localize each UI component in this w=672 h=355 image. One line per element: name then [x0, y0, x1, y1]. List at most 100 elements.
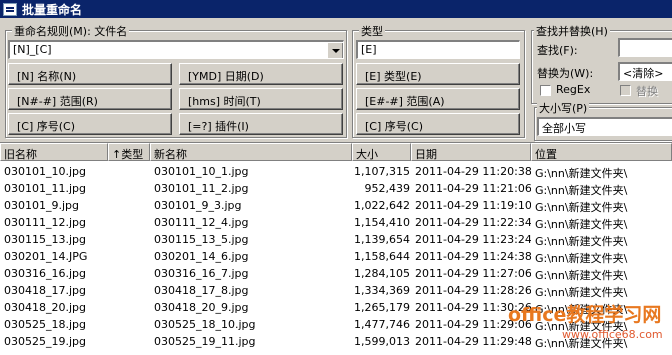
- cell-new-name: 030115_13_5.jpg: [154, 233, 249, 246]
- type-legend: 类型: [359, 23, 385, 39]
- cell-new-name: 030418_20_9.jpg: [154, 301, 249, 314]
- cell-location: G:\nn\新建文件夹\: [535, 286, 628, 299]
- cell-old-name: 030525_19.jpg: [4, 335, 87, 348]
- type-input[interactable]: [E]: [356, 40, 520, 59]
- window-title: 批量重命名: [22, 2, 83, 17]
- cell-new-name: 030111_12_4.jpg: [154, 216, 249, 229]
- cell-size: 1,599,013: [354, 335, 410, 348]
- cell-size: 1,334,369: [354, 284, 410, 297]
- date-token-button[interactable]: [YMD] 日期(D): [179, 63, 343, 85]
- regex-label: RegEx: [556, 83, 591, 96]
- find-input[interactable]: [618, 38, 672, 57]
- counter-button[interactable]: [C] 序号(C): [8, 113, 172, 135]
- find-replace-legend: 查找并替换(H): [534, 23, 610, 39]
- name-range-button[interactable]: [N#-#] 范围(R): [8, 88, 172, 110]
- header-old-name[interactable]: 旧名称: [0, 143, 108, 161]
- cell-new-name: 030316_16_7.jpg: [154, 267, 249, 280]
- cell-location: G:\nn\新建文件夹\: [535, 201, 628, 214]
- cell-date: 2011-04-29 11:30:26: [415, 301, 531, 314]
- cell-size: 1,139,654: [354, 233, 410, 246]
- table-row[interactable]: 030201_14.JPG 030201_14_6.jpg 1,158,644 201…: [0, 248, 672, 265]
- find-label: 查找(F):: [537, 44, 578, 57]
- time-token-button[interactable]: [hms] 时间(T): [179, 88, 343, 110]
- ext-counter-button[interactable]: [C] 序号(C): [356, 113, 520, 135]
- table-row[interactable]: 030525_18.jpg 030525_18_10.jpg 1,477,746 20…: [0, 316, 672, 333]
- cell-location: G:\nn\新建文件夹\: [535, 269, 628, 282]
- cell-old-name: 030418_20.jpg: [4, 301, 87, 314]
- cell-size: 1,158,644: [354, 250, 410, 263]
- table-row[interactable]: 030525_19.jpg 030525_19_11.jpg 1,599,013 20…: [0, 333, 672, 350]
- cell-size: 1,265,179: [354, 301, 410, 314]
- cell-size: 1,284,105: [354, 267, 410, 280]
- name-token-button[interactable]: [N] 名称(N): [8, 63, 172, 85]
- cell-old-name: 030101_10.jpg: [4, 165, 87, 178]
- cell-old-name: 030101_9.jpg: [4, 199, 80, 212]
- cell-old-name: 030525_18.jpg: [4, 318, 87, 331]
- replace-input[interactable]: <清除>: [618, 62, 672, 81]
- cell-date: 2011-04-29 11:28:26: [415, 284, 531, 297]
- cell-old-name: 030418_17.jpg: [4, 284, 87, 297]
- rename-rule-input[interactable]: [N]_[C]: [8, 40, 344, 59]
- cell-size: 1,107,315: [354, 165, 410, 178]
- header-type[interactable]: ↑类型: [108, 143, 150, 161]
- table-row[interactable]: 030115_13.jpg 030115_13_5.jpg 1,139,654 201…: [0, 231, 672, 248]
- header-location[interactable]: 位置: [531, 143, 672, 161]
- replace-label: 替换为(W):: [537, 67, 594, 80]
- table-row[interactable]: 030418_20.jpg 030418_20_9.jpg 1,265,179 201…: [0, 299, 672, 316]
- header-date[interactable]: 日期: [411, 143, 531, 161]
- rename-rule-legend: 重命名规则(M): 文件名: [12, 23, 130, 39]
- cell-new-name: 030201_14_6.jpg: [154, 250, 249, 263]
- app-icon: [3, 2, 17, 16]
- replace-value: <清除>: [623, 67, 664, 80]
- type-value: [E]: [361, 43, 377, 56]
- table-row[interactable]: 030316_16.jpg 030316_16_7.jpg 1,284,105 201…: [0, 265, 672, 282]
- replace-check-label: 替换: [636, 85, 658, 98]
- cell-date: 2011-04-29 11:23:24: [415, 233, 531, 246]
- cell-old-name: 030101_11.jpg: [4, 182, 87, 195]
- table-row[interactable]: 030101_11.jpg 030101_11_2.jpg 952,439 2011-…: [0, 180, 672, 197]
- header-size[interactable]: 大小: [352, 143, 411, 161]
- cell-new-name: 030101_10_1.jpg: [154, 165, 249, 178]
- cell-date: 2011-04-29 11:21:06: [415, 182, 531, 195]
- ext-token-button[interactable]: [E] 类型(E): [356, 63, 520, 85]
- ext-range-button[interactable]: [E#-#] 范围(A): [356, 88, 520, 110]
- cell-new-name: 030101_9_3.jpg: [154, 199, 242, 212]
- table-row[interactable]: 030101_10.jpg 030101_10_1.jpg 1,107,315 201…: [0, 163, 672, 180]
- cell-location: G:\nn\新建文件夹\: [535, 235, 628, 248]
- cell-location: G:\nn\新建文件夹\: [535, 167, 628, 180]
- header-new-name[interactable]: 新名称: [150, 143, 352, 161]
- cell-date: 2011-04-29 11:20:38: [415, 165, 531, 178]
- cell-location: G:\nn\新建文件夹\: [535, 337, 628, 350]
- cell-date: 2011-04-29 11:24:38: [415, 250, 531, 263]
- cell-old-name: 030316_16.jpg: [4, 267, 87, 280]
- cell-location: G:\nn\新建文件夹\: [535, 252, 628, 265]
- case-value: 全部小写: [542, 122, 586, 135]
- cell-new-name: 030418_17_8.jpg: [154, 284, 249, 297]
- rename-rule-value: [N]_[C]: [13, 43, 52, 56]
- cell-size: 1,022,642: [354, 199, 410, 212]
- cell-new-name: 030525_18_10.jpg: [154, 318, 256, 331]
- table-row[interactable]: 030111_12.jpg 030111_12_4.jpg 1,154,410 201…: [0, 214, 672, 231]
- cell-size: 1,477,746: [354, 318, 410, 331]
- title-bar: 批量重命名: [0, 0, 672, 18]
- replace-checkbox[interactable]: [620, 85, 631, 96]
- cell-date: 2011-04-29 11:19:10: [415, 199, 531, 212]
- cell-new-name: 030525_19_11.jpg: [154, 335, 256, 348]
- cell-date: 2011-04-29 11:27:06: [415, 267, 531, 280]
- regex-checkbox[interactable]: [540, 85, 551, 96]
- case-legend: 大小写(P): [537, 100, 590, 116]
- cell-location: G:\nn\新建文件夹\: [535, 320, 628, 333]
- cell-old-name: 030115_13.jpg: [4, 233, 87, 246]
- case-select[interactable]: 全部小写: [537, 117, 672, 136]
- table-row[interactable]: 030418_17.jpg 030418_17_8.jpg 1,334,369 201…: [0, 282, 672, 299]
- file-list[interactable]: 旧名称 ↑类型 新名称 大小 日期 位置 030101_10.jpg 030101…: [0, 142, 672, 355]
- cell-size: 952,439: [364, 182, 411, 195]
- cell-location: G:\nn\新建文件夹\: [535, 218, 628, 231]
- cell-location: G:\nn\新建文件夹\: [535, 184, 628, 197]
- cell-date: 2011-04-29 11:29:48: [415, 335, 531, 348]
- plugin-button[interactable]: [=?] 插件(I): [179, 113, 343, 135]
- cell-date: 2011-04-29 11:22:34: [415, 216, 531, 229]
- table-row[interactable]: 030101_9.jpg 030101_9_3.jpg 1,022,642 2011-…: [0, 197, 672, 214]
- chevron-down-icon[interactable]: [327, 42, 343, 58]
- cell-size: 1,154,410: [354, 216, 410, 229]
